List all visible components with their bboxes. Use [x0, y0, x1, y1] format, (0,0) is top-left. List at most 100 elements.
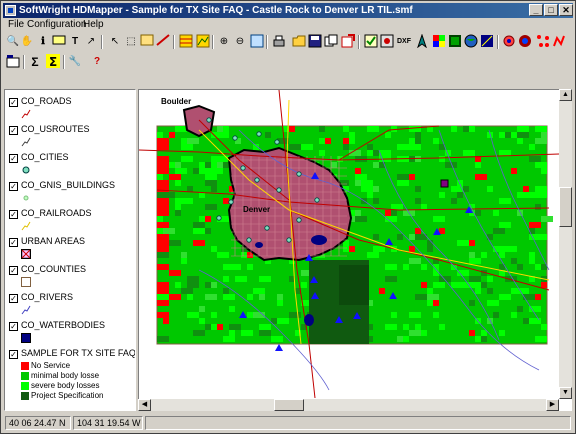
scroll-left-button[interactable]: ◀	[138, 399, 151, 411]
city-marker[interactable]	[276, 187, 282, 193]
layer-checkbox[interactable]: ✓	[9, 350, 18, 359]
layer-checkbox[interactable]: ✓	[9, 126, 18, 135]
text-tool-icon[interactable]: T	[67, 34, 83, 50]
new-layer-icon[interactable]	[5, 54, 21, 70]
layer-coverage[interactable]: ✓ SAMPLE FOR TX SITE FAQ - CAS No Servic…	[5, 347, 135, 409]
selected-building[interactable]	[440, 179, 449, 188]
layer-tool-icon[interactable]	[139, 34, 155, 50]
scroll-down-button[interactable]: ▼	[559, 387, 572, 399]
check-icon[interactable]	[363, 34, 379, 50]
hand-tool-icon[interactable]: ✋	[19, 34, 35, 50]
city-marker[interactable]	[228, 199, 234, 205]
scroll-right-button[interactable]: ▶	[546, 399, 559, 411]
coverage-icon[interactable]	[517, 34, 533, 50]
zoom-in-icon[interactable]: ⊕	[216, 34, 232, 50]
network-icon[interactable]	[479, 34, 495, 50]
vertical-scroll-thumb[interactable]	[559, 187, 572, 227]
label-tool-icon[interactable]	[51, 34, 67, 50]
layer-urban-areas[interactable]: ✓ URBAN AREAS	[5, 235, 135, 263]
map-view[interactable]: Boulder Denver	[138, 89, 572, 411]
wrench-icon[interactable]: 🔧	[67, 54, 83, 70]
city-marker[interactable]	[240, 165, 246, 171]
dxf-icon[interactable]: DXF	[396, 34, 412, 50]
menu-configuration[interactable]: Configuration	[27, 18, 86, 31]
settings-icon[interactable]	[379, 34, 395, 50]
layer-co-waterbodies[interactable]: ✓ CO_WATERBODIES	[5, 319, 135, 347]
layer-co-usroutes[interactable]: ✓ CO_USROUTES	[5, 123, 135, 151]
city-marker[interactable]	[286, 237, 292, 243]
layer-checkbox[interactable]: ✓	[9, 98, 18, 107]
export-icon[interactable]	[340, 34, 356, 50]
city-marker[interactable]	[256, 131, 262, 137]
city-marker[interactable]	[232, 135, 238, 141]
scroll-up-button[interactable]: ▲	[559, 89, 572, 101]
compass-icon[interactable]	[414, 33, 430, 50]
coverage-cell	[211, 246, 217, 252]
zoom-extent-icon[interactable]	[249, 34, 265, 50]
city-marker[interactable]	[296, 171, 302, 177]
shade-icon[interactable]	[447, 34, 463, 50]
app-icon[interactable]	[5, 5, 16, 16]
layer-checkbox[interactable]: ✓	[9, 322, 18, 331]
city-marker[interactable]	[274, 139, 280, 145]
layer-checkbox[interactable]: ✓	[9, 154, 18, 163]
coverage-cell	[289, 126, 295, 132]
layer-checkbox[interactable]: ✓	[9, 266, 18, 275]
layer-co-cities[interactable]: ✓ CO_CITIES	[5, 151, 135, 179]
print-icon[interactable]	[271, 34, 287, 50]
horizontal-scrollbar[interactable]: ◀ ▶	[138, 399, 559, 411]
color-icon[interactable]	[431, 34, 447, 50]
grid-tool-icon[interactable]	[178, 34, 194, 50]
coverage-cell	[523, 294, 535, 300]
layer-legend-panel[interactable]: ✓ CO_ROADS ✓ CO_USROUTES ✓ CO_CITIES ✓ C…	[4, 89, 136, 411]
minimize-button[interactable]: _	[529, 4, 543, 16]
coverage-cell	[175, 168, 187, 174]
city-marker[interactable]	[264, 225, 270, 231]
coverage-cell	[475, 210, 481, 216]
city-marker[interactable]	[206, 117, 212, 123]
sum-icon[interactable]: Σ	[27, 54, 43, 70]
select-tool-icon[interactable]: ⬚	[123, 34, 139, 50]
menu-file[interactable]: File	[8, 18, 24, 31]
pointer-tool-icon[interactable]: ↖	[107, 34, 123, 50]
info-tool-icon[interactable]: ℹ	[35, 34, 51, 50]
coverage-cell	[271, 336, 283, 342]
layer-checkbox[interactable]: ✓	[9, 294, 18, 303]
points-icon[interactable]	[535, 34, 551, 50]
city-marker[interactable]	[296, 217, 302, 223]
help-question-icon[interactable]: ?	[89, 54, 105, 70]
save-icon[interactable]	[307, 34, 323, 50]
layer-co-roads[interactable]: ✓ CO_ROADS	[5, 95, 135, 123]
layer-checkbox[interactable]: ✓	[9, 210, 18, 219]
layer-co-gnis-buildings[interactable]: ✓ CO_GNIS_BUILDINGS	[5, 179, 135, 207]
distance-tool-icon[interactable]	[155, 34, 171, 50]
layer-checkbox[interactable]: ✓	[9, 238, 18, 247]
layer-co-counties[interactable]: ✓ CO_COUNTIES	[5, 263, 135, 291]
layer-co-railroads[interactable]: ✓ CO_RAILROADS	[5, 207, 135, 235]
route-icon[interactable]	[551, 34, 567, 50]
coverage-cell	[415, 186, 421, 192]
globe-icon[interactable]	[463, 34, 479, 50]
city-marker[interactable]	[246, 237, 252, 243]
close-button[interactable]: ✕	[559, 4, 573, 16]
coverage-cell	[205, 228, 211, 234]
city-marker[interactable]	[314, 197, 320, 203]
city-marker[interactable]	[216, 215, 222, 221]
site-icon[interactable]	[501, 34, 517, 50]
coverage-map[interactable]: Boulder Denver	[139, 90, 560, 399]
zoom-out-icon[interactable]: ⊖	[232, 34, 248, 50]
title-bar[interactable]: SoftWright HDMapper - Sample for TX Site…	[3, 3, 573, 18]
open-icon[interactable]	[291, 34, 307, 50]
city-marker[interactable]	[254, 177, 260, 183]
menu-help[interactable]: Help	[83, 18, 104, 31]
horizontal-scroll-thumb[interactable]	[274, 399, 304, 411]
layer-co-rivers[interactable]: ✓ CO_RIVERS	[5, 291, 135, 319]
layer-checkbox[interactable]: ✓	[9, 182, 18, 191]
vertical-scrollbar[interactable]: ▲ ▼	[559, 89, 572, 399]
line-tool-icon[interactable]: ↗	[83, 34, 99, 50]
maximize-button[interactable]: □	[544, 4, 558, 16]
copy-icon[interactable]	[323, 34, 339, 50]
coverage-cell	[499, 294, 511, 300]
sum-select-icon[interactable]: Σ	[45, 54, 61, 70]
profile-tool-icon[interactable]	[195, 34, 211, 50]
